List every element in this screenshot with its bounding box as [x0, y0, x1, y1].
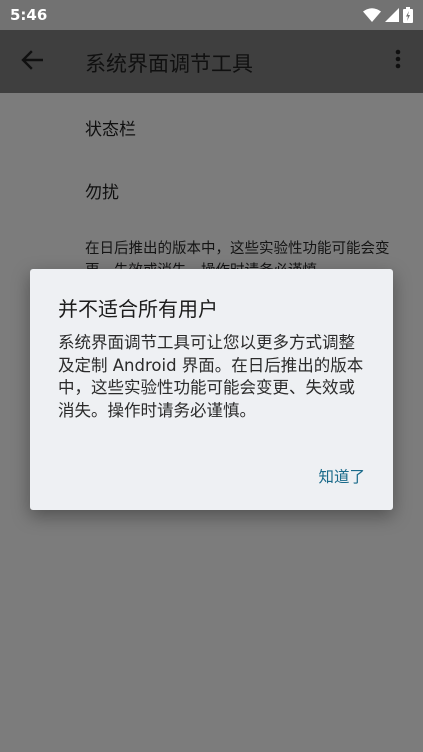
status-time: 5:46 [10, 6, 48, 24]
cell-signal-icon [385, 8, 399, 22]
dialog-title: 并不适合所有用户 [58, 297, 218, 321]
got-it-button[interactable]: 知道了 [318, 465, 365, 487]
wifi-icon [363, 8, 381, 22]
dialog-message: 系统界面调节工具可让您以更多方式调整及定制 Android 界面。在日后推出的版… [58, 333, 364, 420]
status-icons [363, 7, 413, 23]
status-bar: 5:46 [0, 0, 423, 30]
warning-dialog: 并不适合所有用户 系统界面调节工具可让您以更多方式调整及定制 Android 界… [30, 269, 393, 510]
screen: 5:46 系统界面调节工具 状态栏 勿扰 在日后推出的版本中，这些实验性功能可能… [0, 0, 423, 752]
battery-charging-icon [403, 7, 413, 23]
